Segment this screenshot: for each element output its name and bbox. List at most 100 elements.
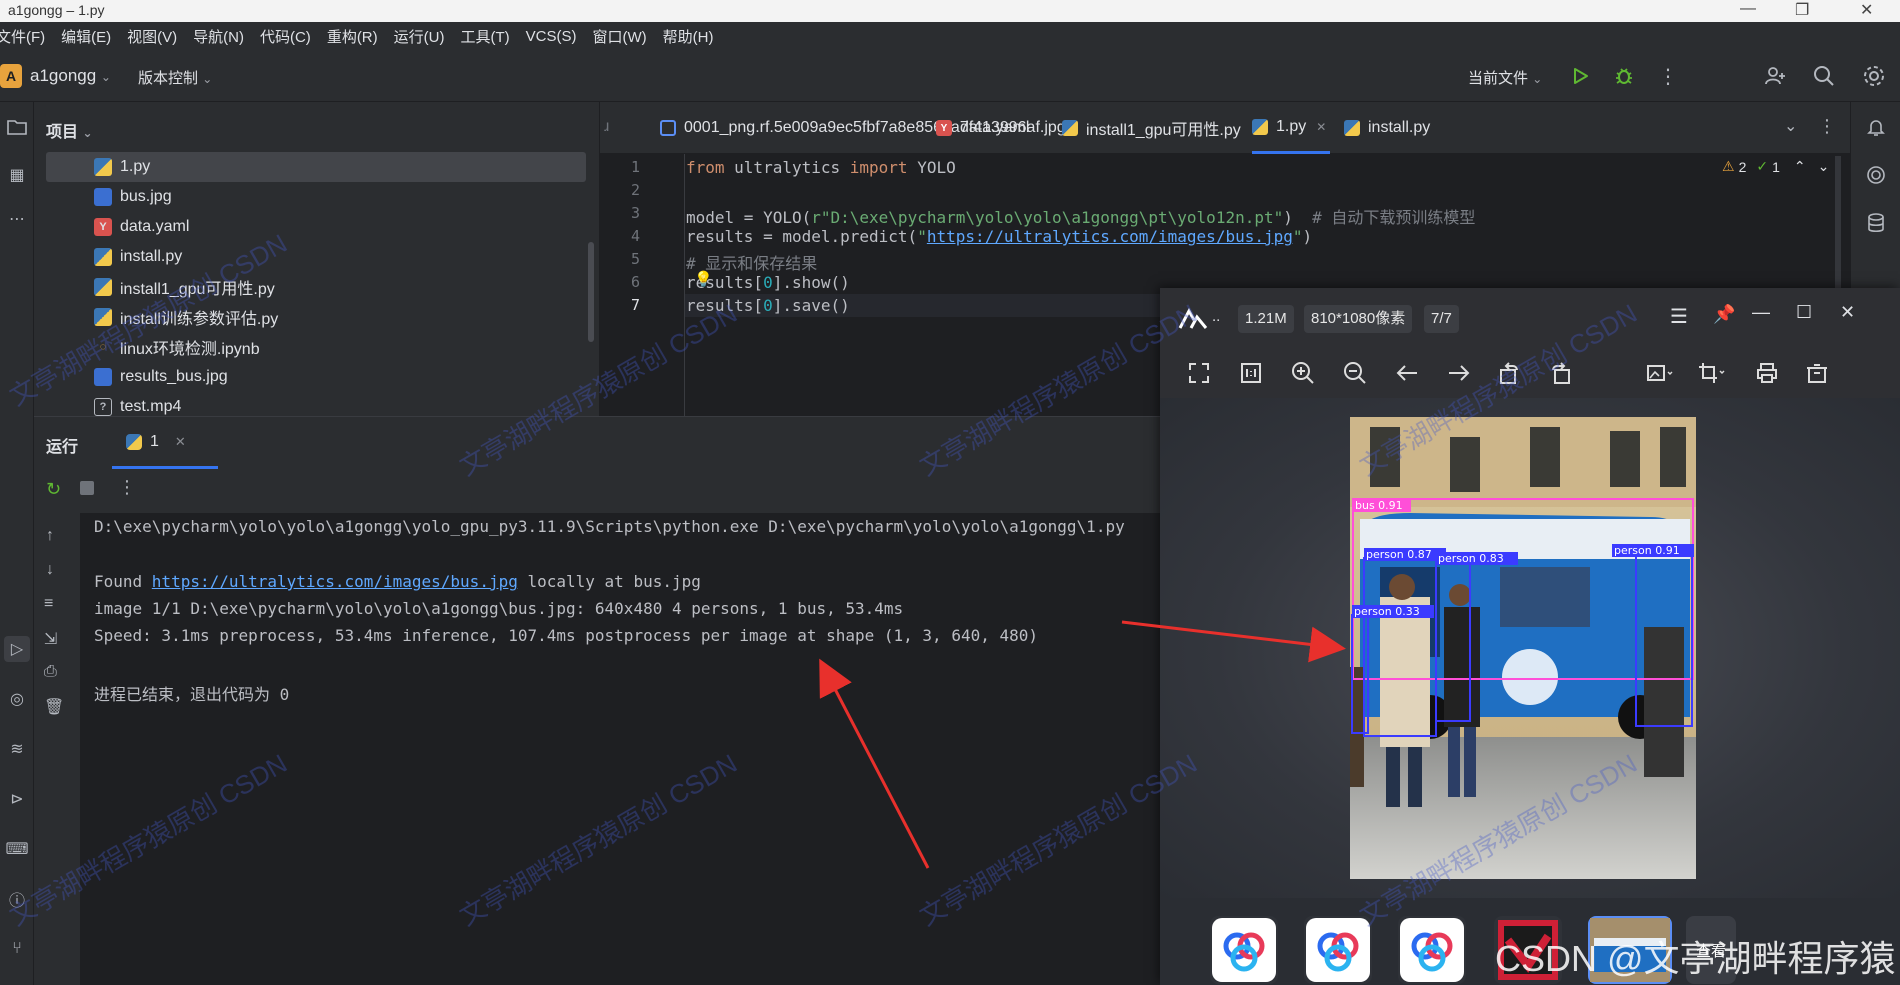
actual-size-icon[interactable] (1236, 358, 1266, 388)
problems-icon[interactable]: ⓘ (4, 886, 30, 912)
notifications-bell-icon[interactable] (1863, 114, 1889, 140)
ai-assistant-icon[interactable] (1863, 162, 1889, 188)
inspection-widget[interactable]: ⚠ 2 ✓ 1 ⌃ ⌄ (1722, 158, 1829, 175)
menu-edit[interactable]: 编辑(E) (61, 26, 111, 47)
tabs-more-icon[interactable]: ⋮ (1818, 116, 1836, 137)
run-tab[interactable]: 1 ✕ (112, 417, 218, 469)
fullscreen-icon[interactable] (1184, 358, 1214, 388)
trash-icon[interactable]: 🗑 (44, 697, 64, 717)
lightbulb-icon[interactable]: 💡 (694, 270, 713, 288)
menu-window[interactable]: 窗口(W) (592, 26, 646, 47)
minimize-icon[interactable]: — (1740, 0, 1756, 18)
play-icon (1574, 68, 1588, 84)
soft-wrap-icon[interactable]: ≡ (44, 595, 53, 613)
menu-code[interactable]: 代码(C) (260, 26, 311, 47)
editor-tab[interactable]: 1.py ✕ (1252, 102, 1331, 154)
restore-icon[interactable]: ❐ (1795, 0, 1809, 20)
print-icon[interactable]: ⎙ (44, 663, 57, 681)
more-tools-icon[interactable]: ⋯ (4, 206, 30, 232)
close-icon[interactable]: ✕ (1840, 302, 1855, 323)
notebook-file-icon: ◌ (99, 341, 107, 353)
code-line-1[interactable]: from ultralytics import YOLO (686, 158, 956, 177)
menu-icon[interactable]: ☰ (1670, 304, 1688, 329)
run-config-selector[interactable]: 当前文件 ⌄ (1468, 67, 1542, 88)
menu-run[interactable]: 运行(U) (394, 26, 445, 47)
arrow-right-icon[interactable] (1444, 358, 1474, 388)
folder-icon[interactable] (4, 114, 30, 140)
vcs-widget[interactable]: 版本控制 ⌄ (138, 67, 212, 88)
add-user-icon[interactable] (1761, 62, 1789, 90)
debug-button[interactable] (1610, 62, 1638, 90)
thumbnail[interactable] (1304, 916, 1372, 984)
scroll-down-icon[interactable]: ↓ (46, 561, 54, 579)
pin-icon[interactable]: 📌 (1713, 304, 1735, 325)
maximize-icon[interactable]: ☐ (1796, 302, 1812, 323)
print-icon[interactable] (1752, 358, 1782, 388)
chevron-down-icon[interactable]: ⌄ (1818, 158, 1830, 175)
bug-icon (1616, 68, 1632, 84)
editor-tab[interactable]: install.py (1344, 102, 1430, 154)
more-icon[interactable]: ⋮ (118, 477, 136, 498)
menu-navigate[interactable]: 导航(N) (193, 26, 244, 47)
minimize-icon[interactable]: — (1752, 302, 1770, 323)
arrow-left-icon[interactable] (1392, 358, 1422, 388)
image-canvas[interactable]: bus 0.91 person 0.87 person 0.83 person … (1160, 398, 1900, 898)
menu-tools[interactable]: 工具(T) (460, 26, 509, 47)
chevron-up-icon[interactable]: ⌃ (1794, 158, 1806, 175)
code-url-link[interactable]: https://ultralytics.com/images/bus.jpg (927, 227, 1293, 246)
project-switcher[interactable]: a1gongg ⌄ (30, 66, 111, 86)
project-panel-title[interactable]: 项目 ⌄ (46, 118, 93, 142)
close-icon[interactable]: ✕ (1316, 120, 1326, 134)
more-actions-icon[interactable]: ⋮ (1654, 62, 1682, 90)
tabs-dropdown-icon[interactable]: ⌄ (1784, 116, 1797, 136)
python-console-icon[interactable]: ◎ (4, 686, 30, 712)
edit-image-icon[interactable] (1640, 358, 1680, 388)
thumbnail[interactable] (1210, 916, 1278, 984)
close-icon[interactable]: ✕ (1860, 0, 1873, 20)
console-link[interactable]: https://ultralytics.com/images/bus.jpg (152, 572, 518, 591)
editor-tab[interactable]: install1_gpu可用性.py (1062, 102, 1241, 154)
scroll-up-icon[interactable]: ↑ (46, 527, 54, 545)
tree-item-file[interactable]: install.py (94, 242, 614, 272)
stop-icon[interactable] (80, 481, 94, 495)
code-line-7[interactable]: results[0].save() (686, 296, 850, 315)
scrollbar[interactable] (588, 242, 594, 342)
layers-icon[interactable]: ≋ (4, 736, 30, 762)
code-line-3[interactable]: model = YOLO(r"D:\exe\pycharm\yolo\yolo\… (686, 204, 1475, 228)
structure-icon[interactable]: ▦ (4, 162, 30, 188)
tree-item-file[interactable]: 1.py (94, 152, 614, 182)
rotate-left-icon[interactable] (1494, 358, 1524, 388)
settings-gear-icon[interactable] (1860, 62, 1888, 90)
close-icon[interactable]: ✕ (175, 434, 186, 450)
menu-refactor[interactable]: 重构(R) (327, 26, 378, 47)
git-icon[interactable]: ⑂ (4, 936, 30, 962)
tree-item-file[interactable]: install训练参数评估.py (94, 302, 614, 332)
terminal-icon[interactable]: ⌨ (4, 836, 30, 862)
run-tool-icon[interactable]: ▷ (4, 636, 30, 662)
tabs-scroll-left-icon[interactable]: ɹ (604, 118, 609, 136)
rerun-icon[interactable]: ↻ (46, 479, 61, 500)
zoom-out-icon[interactable] (1340, 358, 1370, 388)
menu-file[interactable]: 文件(F) (0, 26, 45, 47)
project-badge[interactable]: A (0, 64, 22, 88)
editor-tab[interactable]: Ydata.yaml (936, 102, 1029, 154)
delete-icon[interactable] (1802, 358, 1832, 388)
tree-item-file[interactable]: bus.jpg (94, 182, 614, 212)
rotate-right-icon[interactable] (1546, 358, 1576, 388)
tree-item-file[interactable]: ◌ linux环境检测.ipynb (94, 332, 614, 362)
services-icon[interactable]: ⊳ (4, 786, 30, 812)
crop-icon[interactable] (1692, 358, 1732, 388)
code-line-4[interactable]: results = model.predict("https://ultraly… (686, 227, 1312, 246)
tree-item-file[interactable]: results_bus.jpg (94, 362, 614, 392)
database-icon[interactable] (1863, 210, 1889, 236)
zoom-in-icon[interactable] (1288, 358, 1318, 388)
search-icon[interactable] (1810, 62, 1838, 90)
menu-view[interactable]: 视图(V) (127, 26, 177, 47)
run-button[interactable] (1566, 62, 1594, 90)
menu-help[interactable]: 帮助(H) (663, 26, 714, 47)
tree-item-file[interactable]: Ydata.yaml (94, 212, 614, 242)
menu-vcs[interactable]: VCS(S) (526, 28, 577, 45)
tree-item-file[interactable]: install1_gpu可用性.py (94, 272, 614, 302)
thumbnail[interactable] (1398, 916, 1466, 984)
scroll-to-end-icon[interactable]: ⇲ (44, 629, 57, 649)
